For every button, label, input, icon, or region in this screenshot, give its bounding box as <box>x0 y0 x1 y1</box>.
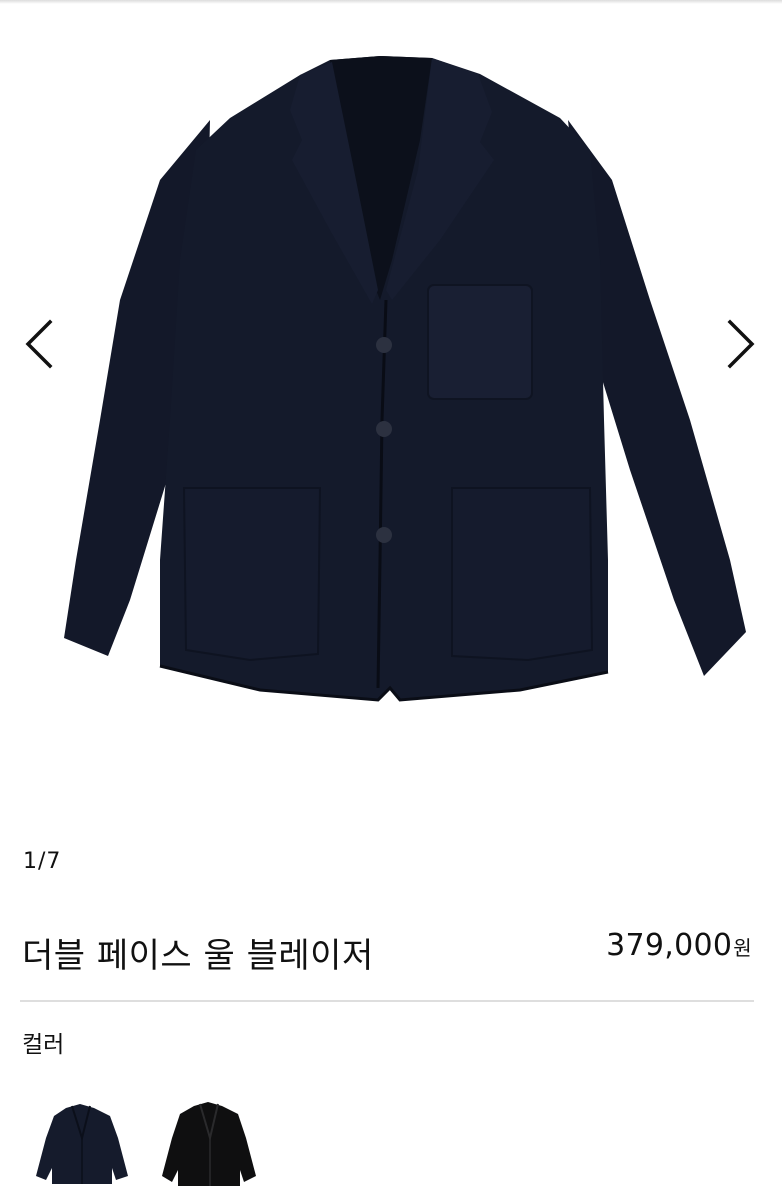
next-image-button[interactable] <box>716 312 766 376</box>
price-currency: 원 <box>733 936 752 960</box>
image-counter: 1/7 <box>23 849 62 874</box>
chevron-right-icon <box>727 319 755 369</box>
chevron-left-icon <box>25 319 53 369</box>
price-value: 379,000 <box>606 928 733 963</box>
product-image-gallery[interactable] <box>0 0 782 820</box>
divider <box>20 1000 754 1002</box>
product-title: 더블 페이스 울 블레이저 <box>22 936 374 976</box>
color-swatch-black[interactable] <box>158 1098 258 1188</box>
previous-image-button[interactable] <box>14 312 64 376</box>
navy-jacket-thumbnail <box>36 1104 128 1184</box>
black-jacket-thumbnail <box>162 1102 256 1186</box>
color-swatch-navy[interactable] <box>32 1098 132 1188</box>
color-option-label: 컬러 <box>22 1032 65 1058</box>
product-image <box>64 56 746 702</box>
product-price: 379,000원 <box>606 928 752 963</box>
